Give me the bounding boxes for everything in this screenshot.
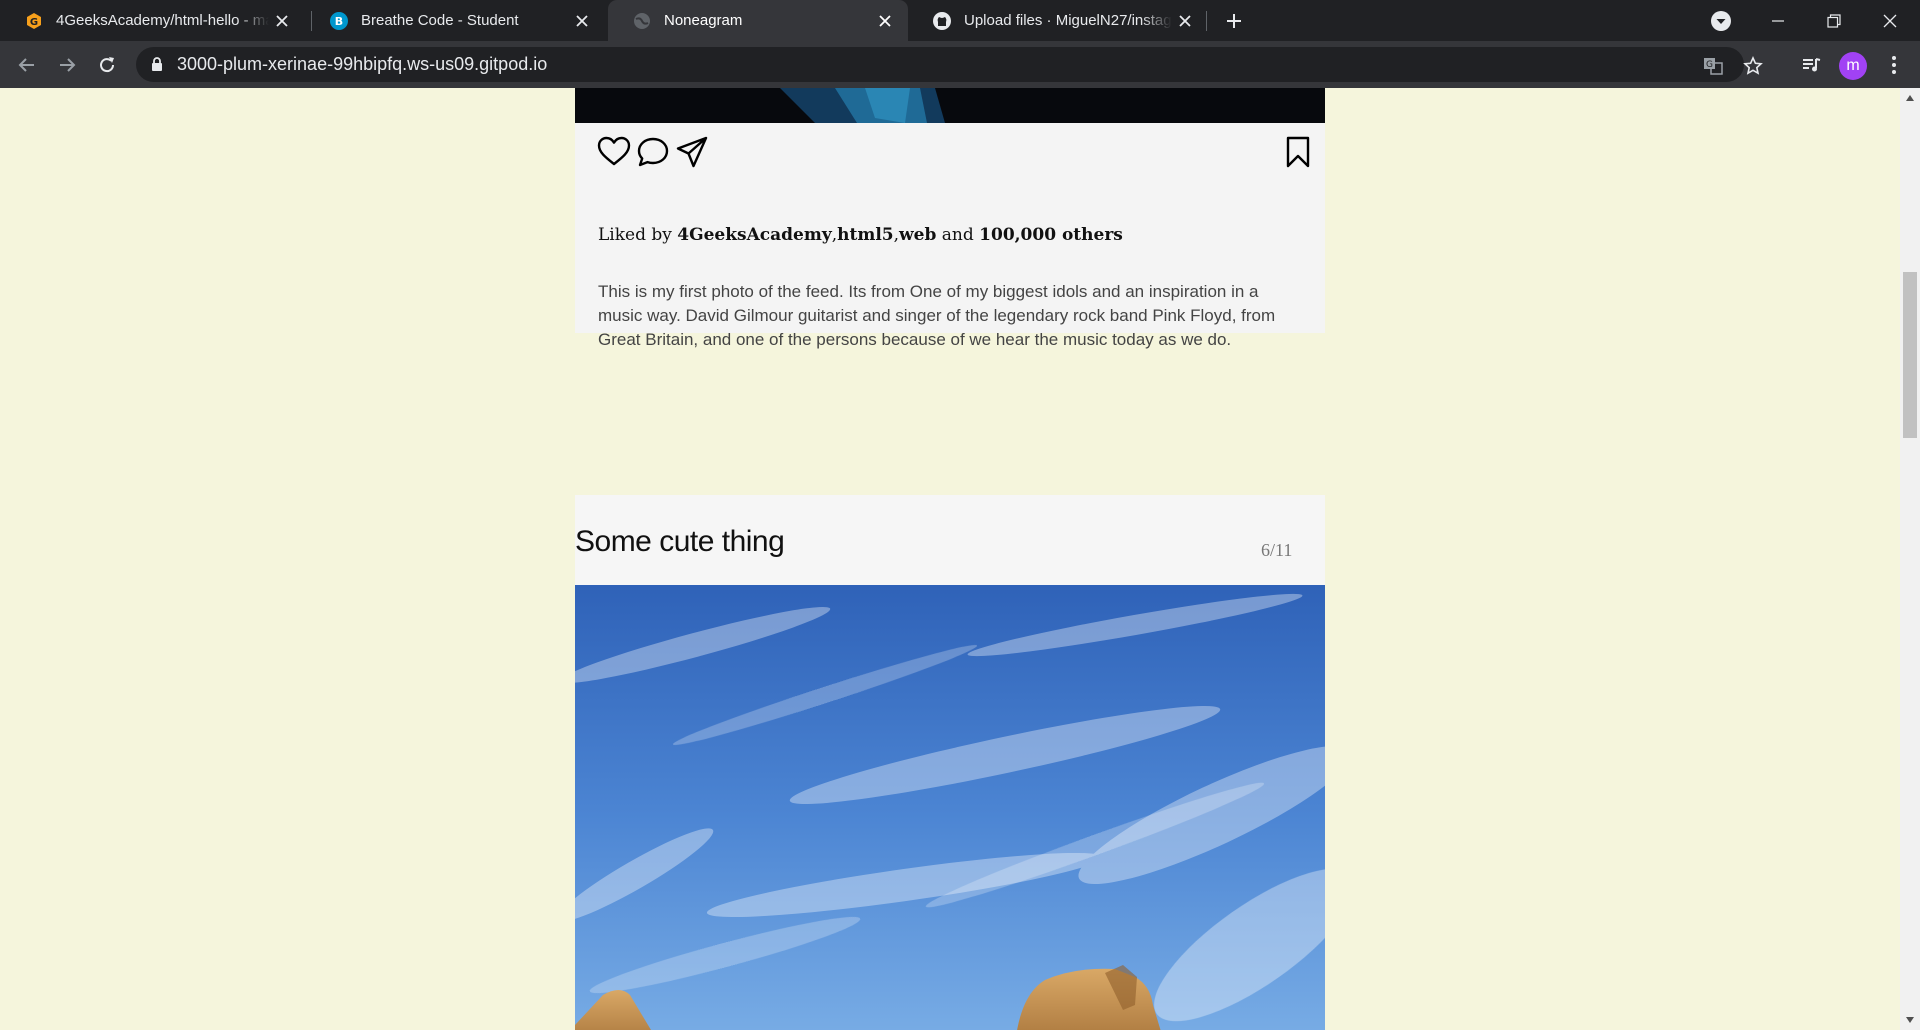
page-viewport: Liked by 4GeeksAcademy,html5,web and 100… (0, 88, 1900, 1030)
comment-icon[interactable] (636, 135, 670, 169)
close-icon[interactable] (872, 8, 898, 34)
media-control-button[interactable] (1797, 51, 1825, 79)
post-counter: 6/11 (1261, 540, 1293, 560)
address-bar[interactable]: 3000-plum-xerinae-99hbipfq.ws-us09.gitpo… (136, 47, 1763, 82)
chevron-down-circle-icon (1711, 11, 1731, 31)
close-icon[interactable] (1172, 8, 1198, 34)
forward-button[interactable] (53, 51, 81, 79)
liked-by-user[interactable]: html5 (837, 225, 894, 245)
liked-by-user[interactable]: 4GeeksAcademy (677, 225, 831, 245)
tab-title: Noneagram (664, 12, 743, 29)
reload-icon (100, 57, 115, 73)
4geeks-logo-icon: G (24, 11, 44, 31)
tab-github-upload[interactable]: Upload files · MiguelN27/instagram (908, 0, 1208, 41)
post-footer: Liked by 4GeeksAcademy,html5,web and 100… (575, 123, 1325, 349)
new-tab-button[interactable] (1220, 7, 1248, 35)
post-header: Some cute thing 6/11 (575, 495, 1325, 585)
tab-search-button[interactable] (1710, 10, 1732, 32)
likes-summary: Liked by 4GeeksAcademy,html5,web and 100… (598, 225, 1298, 245)
tab-separator (1206, 11, 1207, 31)
close-icon[interactable] (269, 8, 295, 34)
tab-bar: G 4GeeksAcademy/html-hello - main B Brea… (0, 0, 1920, 41)
post-title: Some cute thing (575, 525, 785, 558)
tab-title: Breathe Code - Student (361, 12, 519, 29)
restore-button[interactable] (1806, 0, 1862, 41)
menu-button[interactable] (1880, 51, 1908, 79)
svg-text:G: G (30, 17, 38, 28)
post-image-david-gilmour (575, 88, 1325, 123)
kebab-menu-icon (1892, 56, 1896, 74)
globe-icon (632, 11, 652, 31)
minimize-icon (1772, 19, 1784, 22)
svg-text:G: G (1706, 60, 1713, 70)
bookmark-icon[interactable] (1281, 135, 1315, 169)
svg-text:B: B (335, 15, 343, 28)
arrow-left-icon (18, 58, 34, 72)
page-scrollbar[interactable] (1900, 88, 1920, 1030)
profile-avatar[interactable]: m (1839, 52, 1867, 80)
post-image-sphinx (575, 585, 1325, 1030)
url-text: 3000-plum-xerinae-99hbipfq.ws-us09.gitpo… (177, 54, 548, 74)
breathecode-logo-icon: B (329, 11, 349, 31)
restore-icon (1827, 13, 1841, 28)
tab-noneagram[interactable]: Noneagram (608, 0, 908, 41)
star-icon[interactable] (1742, 55, 1764, 77)
playlist-icon (1803, 58, 1821, 72)
close-icon (1883, 14, 1897, 27)
scrollbar-thumb[interactable] (1903, 272, 1917, 438)
arrow-right-icon (60, 58, 76, 72)
tab-title: Upload files · MiguelN27/instagram (964, 12, 1172, 29)
translate-icon[interactable]: G (1702, 55, 1724, 77)
likes-and: and (936, 225, 980, 245)
tab-title: 4GeeksAcademy/html-hello - main (56, 12, 269, 29)
share-icon[interactable] (675, 135, 709, 169)
tab-breathecode[interactable]: B Breathe Code - Student (305, 0, 605, 41)
lock-icon (151, 57, 163, 77)
github-icon (932, 11, 952, 31)
scroll-down-arrow-icon[interactable] (1900, 1010, 1920, 1030)
minimize-button[interactable] (1750, 0, 1806, 41)
reload-button[interactable] (93, 51, 121, 79)
close-window-button[interactable] (1862, 0, 1918, 41)
back-button[interactable] (13, 51, 41, 79)
likes-others-count[interactable]: 100,000 others (979, 225, 1123, 245)
scroll-up-arrow-icon[interactable] (1900, 88, 1920, 108)
post-caption: This is my first photo of the feed. Its … (598, 282, 1276, 349)
close-icon[interactable] (569, 8, 595, 34)
browser-toolbar: 3000-plum-xerinae-99hbipfq.ws-us09.gitpo… (0, 41, 1920, 88)
liked-by-user[interactable]: web (899, 225, 936, 245)
plus-icon (1227, 14, 1241, 28)
tab-4geeks[interactable]: G 4GeeksAcademy/html-hello - main (0, 0, 305, 41)
likes-prefix: Liked by (598, 225, 678, 245)
heart-icon[interactable] (597, 135, 631, 169)
